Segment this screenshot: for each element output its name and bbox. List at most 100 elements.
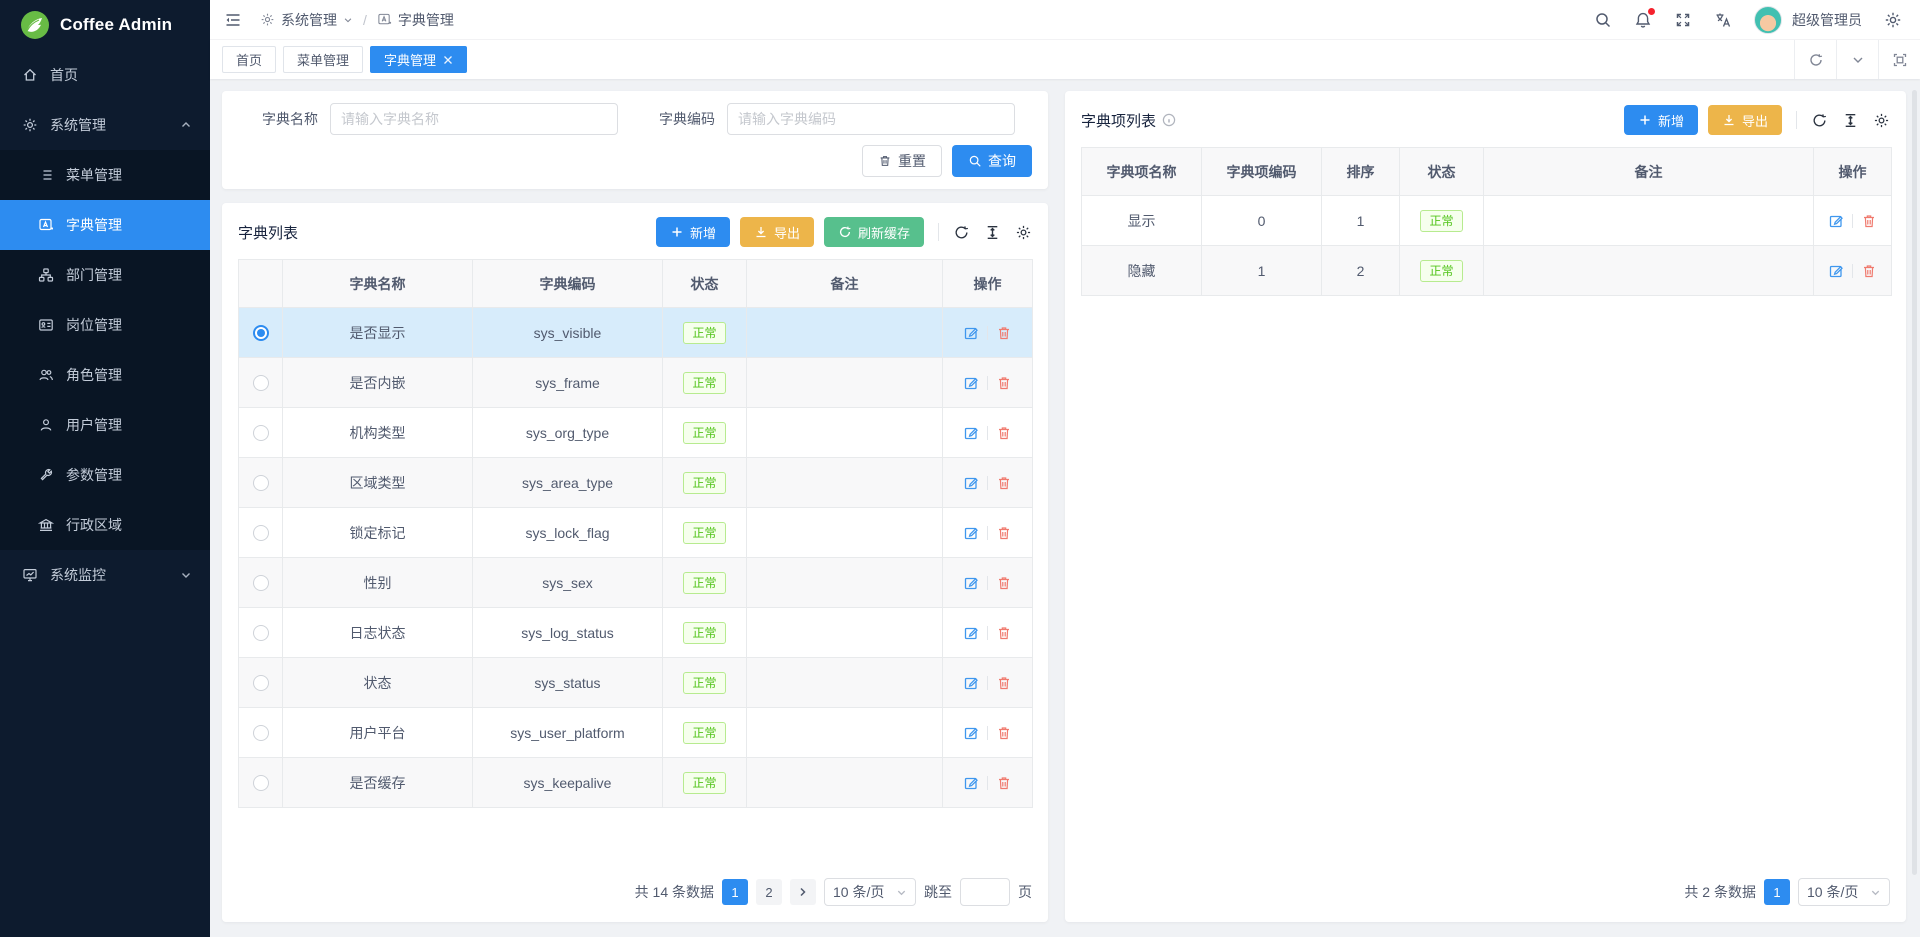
edit-icon[interactable] — [1828, 213, 1844, 229]
breadcrumb-item-dict[interactable]: 字典管理 — [377, 10, 454, 30]
vertical-scrollbar[interactable] — [1912, 90, 1917, 875]
refresh-tab-button[interactable] — [1794, 40, 1836, 79]
translate-icon[interactable] — [1714, 11, 1732, 29]
delete-icon[interactable] — [996, 325, 1012, 341]
menu-fold-icon[interactable] — [224, 11, 242, 29]
app-logo[interactable]: Coffee Admin — [0, 0, 210, 50]
dict-item-row[interactable]: 隐藏12正常 — [1082, 246, 1892, 296]
row-height-icon[interactable] — [984, 224, 1001, 241]
info-icon[interactable] — [1162, 113, 1176, 127]
sidebar-item-dict-mgmt[interactable]: 字典管理 — [0, 200, 210, 250]
delete-icon[interactable] — [996, 375, 1012, 391]
row-height-icon[interactable] — [1842, 112, 1859, 129]
export-dict-item-button[interactable]: 导出 — [1708, 105, 1782, 135]
row-radio[interactable] — [253, 675, 269, 691]
refresh-table-icon[interactable] — [953, 224, 970, 241]
delete-icon[interactable] — [996, 725, 1012, 741]
next-page-button[interactable] — [790, 879, 816, 905]
page-size-select[interactable]: 10 条/页 — [824, 878, 916, 906]
settings-gear-icon[interactable] — [1884, 11, 1902, 29]
delete-icon[interactable] — [996, 625, 1012, 641]
edit-icon[interactable] — [963, 375, 979, 391]
breadcrumb-item-system[interactable]: 系统管理 — [260, 10, 353, 30]
row-radio[interactable] — [253, 575, 269, 591]
add-dict-item-button[interactable]: 新增 — [1624, 105, 1698, 135]
tab-options-button[interactable] — [1836, 40, 1878, 79]
delete-icon[interactable] — [996, 475, 1012, 491]
edit-icon[interactable] — [963, 475, 979, 491]
close-icon[interactable] — [443, 55, 453, 65]
query-button[interactable]: 查询 — [952, 145, 1032, 177]
dict-table-row[interactable]: 区域类型sys_area_type正常 — [239, 458, 1033, 508]
delete-icon[interactable] — [996, 675, 1012, 691]
dict-name-input[interactable] — [330, 103, 618, 135]
edit-icon[interactable] — [963, 325, 979, 341]
delete-icon[interactable] — [996, 425, 1012, 441]
edit-icon[interactable] — [963, 725, 979, 741]
row-radio[interactable] — [253, 775, 269, 791]
dict-table-row[interactable]: 是否缓存sys_keepalive正常 — [239, 758, 1033, 808]
refresh-cache-button[interactable]: 刷新缓存 — [824, 217, 924, 247]
page-button-1[interactable]: 1 — [1764, 879, 1790, 905]
jump-page-input[interactable] — [960, 878, 1010, 906]
notifications-button[interactable] — [1634, 11, 1652, 29]
dict-table-row[interactable]: 日志状态sys_log_status正常 — [239, 608, 1033, 658]
column-settings-icon[interactable] — [1873, 112, 1890, 129]
add-dict-button[interactable]: 新增 — [656, 217, 730, 247]
sidebar-item-system[interactable]: 系统管理 — [0, 100, 210, 150]
tab-home[interactable]: 首页 — [222, 46, 276, 73]
delete-icon[interactable] — [1861, 213, 1877, 229]
row-radio[interactable] — [253, 475, 269, 491]
page-button-2[interactable]: 2 — [756, 879, 782, 905]
refresh-table-icon[interactable] — [1811, 112, 1828, 129]
tab-dict-mgmt[interactable]: 字典管理 — [370, 46, 467, 73]
fullscreen-icon[interactable] — [1674, 11, 1692, 29]
dict-table-row[interactable]: 是否内嵌sys_frame正常 — [239, 358, 1033, 408]
page-button-1[interactable]: 1 — [722, 879, 748, 905]
delete-icon[interactable] — [996, 525, 1012, 541]
edit-icon[interactable] — [1828, 263, 1844, 279]
dict-code-input[interactable] — [727, 103, 1015, 135]
sidebar-item-home[interactable]: 首页 — [0, 50, 210, 100]
dict-table-row[interactable]: 状态sys_status正常 — [239, 658, 1033, 708]
dict-table-row[interactable]: 锁定标记sys_lock_flag正常 — [239, 508, 1033, 558]
edit-icon[interactable] — [963, 525, 979, 541]
row-radio[interactable] — [253, 425, 269, 441]
sidebar-item-menu-mgmt[interactable]: 菜单管理 — [0, 150, 210, 200]
edit-icon[interactable] — [963, 625, 979, 641]
delete-icon[interactable] — [996, 775, 1012, 791]
avatar[interactable] — [1754, 6, 1782, 34]
sidebar-item-admin-region[interactable]: 行政区域 — [0, 500, 210, 550]
column-settings-icon[interactable] — [1015, 224, 1032, 241]
dict-table-row[interactable]: 机构类型sys_org_type正常 — [239, 408, 1033, 458]
edit-icon[interactable] — [963, 425, 979, 441]
dict-table-row[interactable]: 是否显示sys_visible正常 — [239, 308, 1033, 358]
tab-menu-mgmt[interactable]: 菜单管理 — [283, 46, 363, 73]
sidebar-item-user-mgmt[interactable]: 用户管理 — [0, 400, 210, 450]
export-dict-button[interactable]: 导出 — [740, 217, 814, 247]
row-radio[interactable] — [253, 325, 269, 341]
reset-button[interactable]: 重置 — [862, 145, 942, 177]
row-radio[interactable] — [253, 625, 269, 641]
row-radio[interactable] — [253, 525, 269, 541]
maximize-content-button[interactable] — [1878, 40, 1920, 79]
dict-table-row[interactable]: 性别sys_sex正常 — [239, 558, 1033, 608]
row-radio[interactable] — [253, 725, 269, 741]
sidebar-item-monitor[interactable]: 系统监控 — [0, 550, 210, 600]
user-name[interactable]: 超级管理员 — [1792, 10, 1862, 30]
page-size-select[interactable]: 10 条/页 — [1798, 878, 1890, 906]
refresh-cache-label: 刷新缓存 — [858, 223, 910, 242]
row-radio[interactable] — [253, 375, 269, 391]
delete-icon[interactable] — [996, 575, 1012, 591]
dict-item-row[interactable]: 显示01正常 — [1082, 196, 1892, 246]
search-icon[interactable] — [1594, 11, 1612, 29]
sidebar-item-post-mgmt[interactable]: 岗位管理 — [0, 300, 210, 350]
delete-icon[interactable] — [1861, 263, 1877, 279]
sidebar-item-dept-mgmt[interactable]: 部门管理 — [0, 250, 210, 300]
sidebar-item-role-mgmt[interactable]: 角色管理 — [0, 350, 210, 400]
edit-icon[interactable] — [963, 675, 979, 691]
dict-table-row[interactable]: 用户平台sys_user_platform正常 — [239, 708, 1033, 758]
edit-icon[interactable] — [963, 775, 979, 791]
sidebar-item-param-mgmt[interactable]: 参数管理 — [0, 450, 210, 500]
edit-icon[interactable] — [963, 575, 979, 591]
